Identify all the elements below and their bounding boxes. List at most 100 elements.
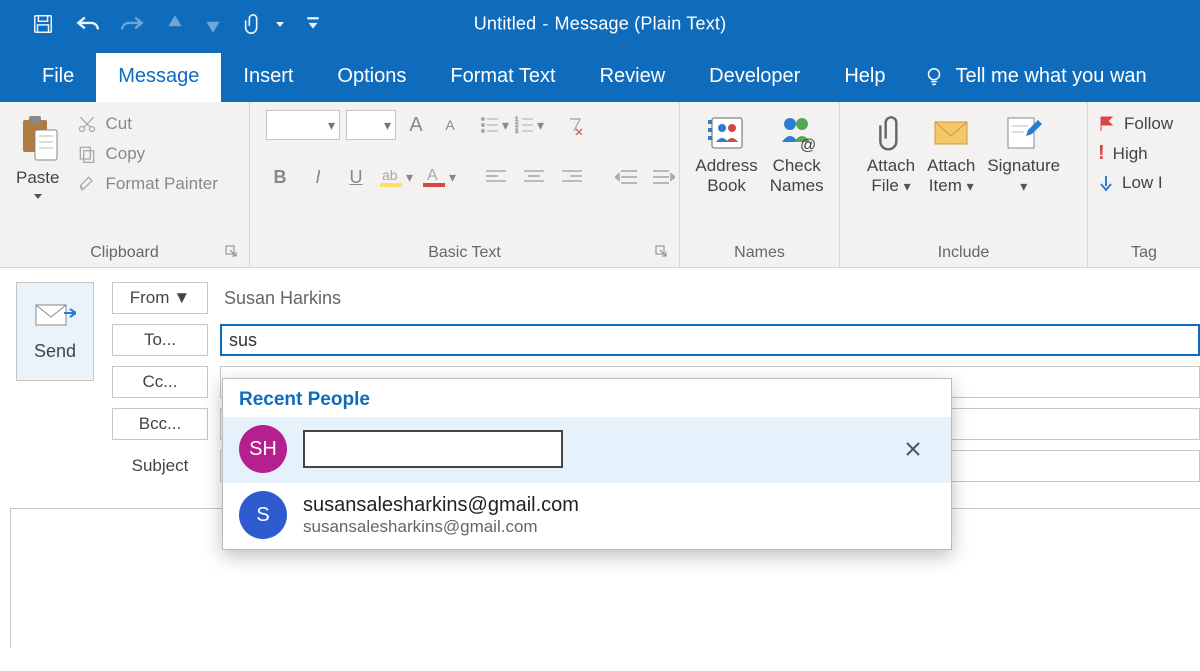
tab-file[interactable]: File	[20, 53, 96, 102]
send-button[interactable]: Send	[16, 282, 94, 381]
next-item-icon	[204, 13, 222, 35]
title-bar: Untitled - Message (Plain Text)	[0, 0, 1200, 48]
scissors-icon	[77, 114, 97, 134]
tell-me-search[interactable]: Tell me what you wan	[907, 55, 1158, 102]
suggestion-primary: susansalesharkins@gmail.com	[303, 494, 935, 517]
attach-item-l2: Item	[929, 176, 962, 195]
align-left-button	[482, 162, 510, 192]
attach-item-l1: Attach	[927, 156, 975, 175]
avatar: SH	[239, 425, 287, 473]
title-mode: Message (Plain Text)	[555, 14, 727, 35]
grow-font-button: A	[402, 110, 430, 140]
font-name-dropdown: ▾	[266, 110, 340, 140]
align-center-button	[520, 162, 548, 192]
title-document: Untitled	[474, 14, 537, 35]
group-tags-label: Tag	[1131, 244, 1157, 262]
tab-message[interactable]: Message	[96, 53, 221, 102]
high-importance-button[interactable]: ! High	[1098, 142, 1148, 165]
bcc-button[interactable]: Bcc...	[112, 408, 208, 440]
attach-file-l2: File	[871, 176, 898, 195]
chevron-down-icon: ▾	[384, 117, 391, 134]
decrease-indent-button	[612, 162, 640, 192]
low-importance-button[interactable]: Low I	[1098, 173, 1163, 193]
cut-label: Cut	[105, 114, 131, 134]
numbering-button: 123 ▾	[515, 110, 544, 140]
copy-button: Copy	[77, 144, 217, 164]
save-icon[interactable]	[32, 13, 54, 35]
paste-label: Paste	[16, 168, 59, 188]
group-include: AttachFile ▾ AttachItem ▾ Signature▾ Inc…	[840, 102, 1088, 267]
group-clipboard-label: Clipboard	[90, 244, 158, 262]
ribbon: Paste Cut Copy	[0, 102, 1200, 268]
paperclip-icon[interactable]	[242, 12, 264, 36]
bullets-button: ▾	[480, 110, 509, 140]
redacted-name	[303, 430, 563, 468]
cc-button[interactable]: Cc...	[112, 366, 208, 398]
attach-file-button[interactable]: AttachFile ▾	[863, 110, 919, 199]
group-names-label: Names	[734, 244, 785, 262]
undo-icon[interactable]	[74, 13, 100, 35]
svg-text:ab: ab	[382, 167, 398, 183]
lightbulb-icon	[923, 66, 945, 88]
text-highlight-button: ab ▾	[380, 162, 413, 192]
address-book-l2: Book	[707, 176, 746, 195]
address-book-button[interactable]: AddressBook	[691, 110, 761, 199]
send-label: Send	[34, 341, 76, 362]
signature-button[interactable]: Signature▾	[983, 110, 1064, 199]
clear-formatting-button	[560, 110, 588, 140]
customize-qat-icon[interactable]	[306, 16, 320, 32]
tab-insert[interactable]: Insert	[221, 53, 315, 102]
close-icon	[903, 439, 923, 459]
remove-suggestion-button[interactable]	[903, 439, 935, 459]
format-painter-button: Format Painter	[77, 174, 217, 194]
svg-text:3: 3	[515, 129, 519, 134]
address-book-l1: Address	[695, 156, 757, 175]
from-label: From	[130, 288, 170, 308]
increase-indent-button	[650, 162, 678, 192]
chevron-down-icon: ▾	[328, 117, 335, 134]
chevron-down-icon: ▼	[173, 288, 190, 308]
ribbon-tabs: File Message Insert Options Format Text …	[0, 48, 1200, 102]
tell-me-placeholder: Tell me what you wan	[955, 65, 1146, 88]
check-names-button[interactable]: @ CheckNames	[766, 110, 828, 199]
from-button[interactable]: From ▼	[112, 282, 208, 314]
group-include-label: Include	[938, 244, 990, 262]
font-color-button: A ▾	[423, 162, 456, 192]
check-names-l2: Names	[770, 176, 824, 195]
group-tags: Follow ! High Low I Tag	[1088, 102, 1200, 267]
to-field[interactable]: sus	[220, 324, 1200, 356]
copy-icon	[77, 144, 97, 164]
subject-label: Subject	[112, 450, 208, 482]
underline-button: U	[342, 162, 370, 192]
shrink-font-button: A	[436, 110, 464, 140]
paste-button[interactable]: Paste	[10, 110, 65, 204]
attach-dropdown-icon[interactable]	[274, 18, 286, 30]
tab-options[interactable]: Options	[315, 53, 428, 102]
font-size-dropdown: ▾	[346, 110, 396, 140]
group-basic-text-label: Basic Text	[428, 244, 501, 262]
follow-up-label: Follow	[1124, 114, 1173, 134]
follow-up-button[interactable]: Follow	[1098, 114, 1173, 134]
high-label: High	[1113, 144, 1148, 164]
group-clipboard: Paste Cut Copy	[0, 102, 250, 267]
quick-access-toolbar	[0, 12, 320, 36]
svg-text:A: A	[427, 167, 438, 184]
chevron-down-icon	[32, 192, 44, 200]
dialog-launcher-icon[interactable]	[225, 245, 237, 257]
tab-format-text[interactable]: Format Text	[428, 53, 577, 102]
tab-review[interactable]: Review	[578, 53, 688, 102]
to-button[interactable]: To...	[112, 324, 208, 356]
italic-button: I	[304, 162, 332, 192]
tab-developer[interactable]: Developer	[687, 53, 822, 102]
bold-button: B	[266, 162, 294, 192]
dialog-launcher-icon[interactable]	[655, 245, 667, 257]
paintbrush-icon	[77, 174, 97, 194]
envelope-icon	[34, 301, 76, 331]
autocomplete-item[interactable]: SH	[223, 417, 951, 483]
svg-text:@: @	[800, 137, 816, 152]
title-separator: -	[542, 14, 548, 35]
autocomplete-item[interactable]: S susansalesharkins@gmail.com susansales…	[223, 483, 951, 549]
arrow-down-icon	[1098, 174, 1114, 192]
tab-help[interactable]: Help	[822, 53, 907, 102]
attach-item-button[interactable]: AttachItem ▾	[923, 110, 979, 199]
